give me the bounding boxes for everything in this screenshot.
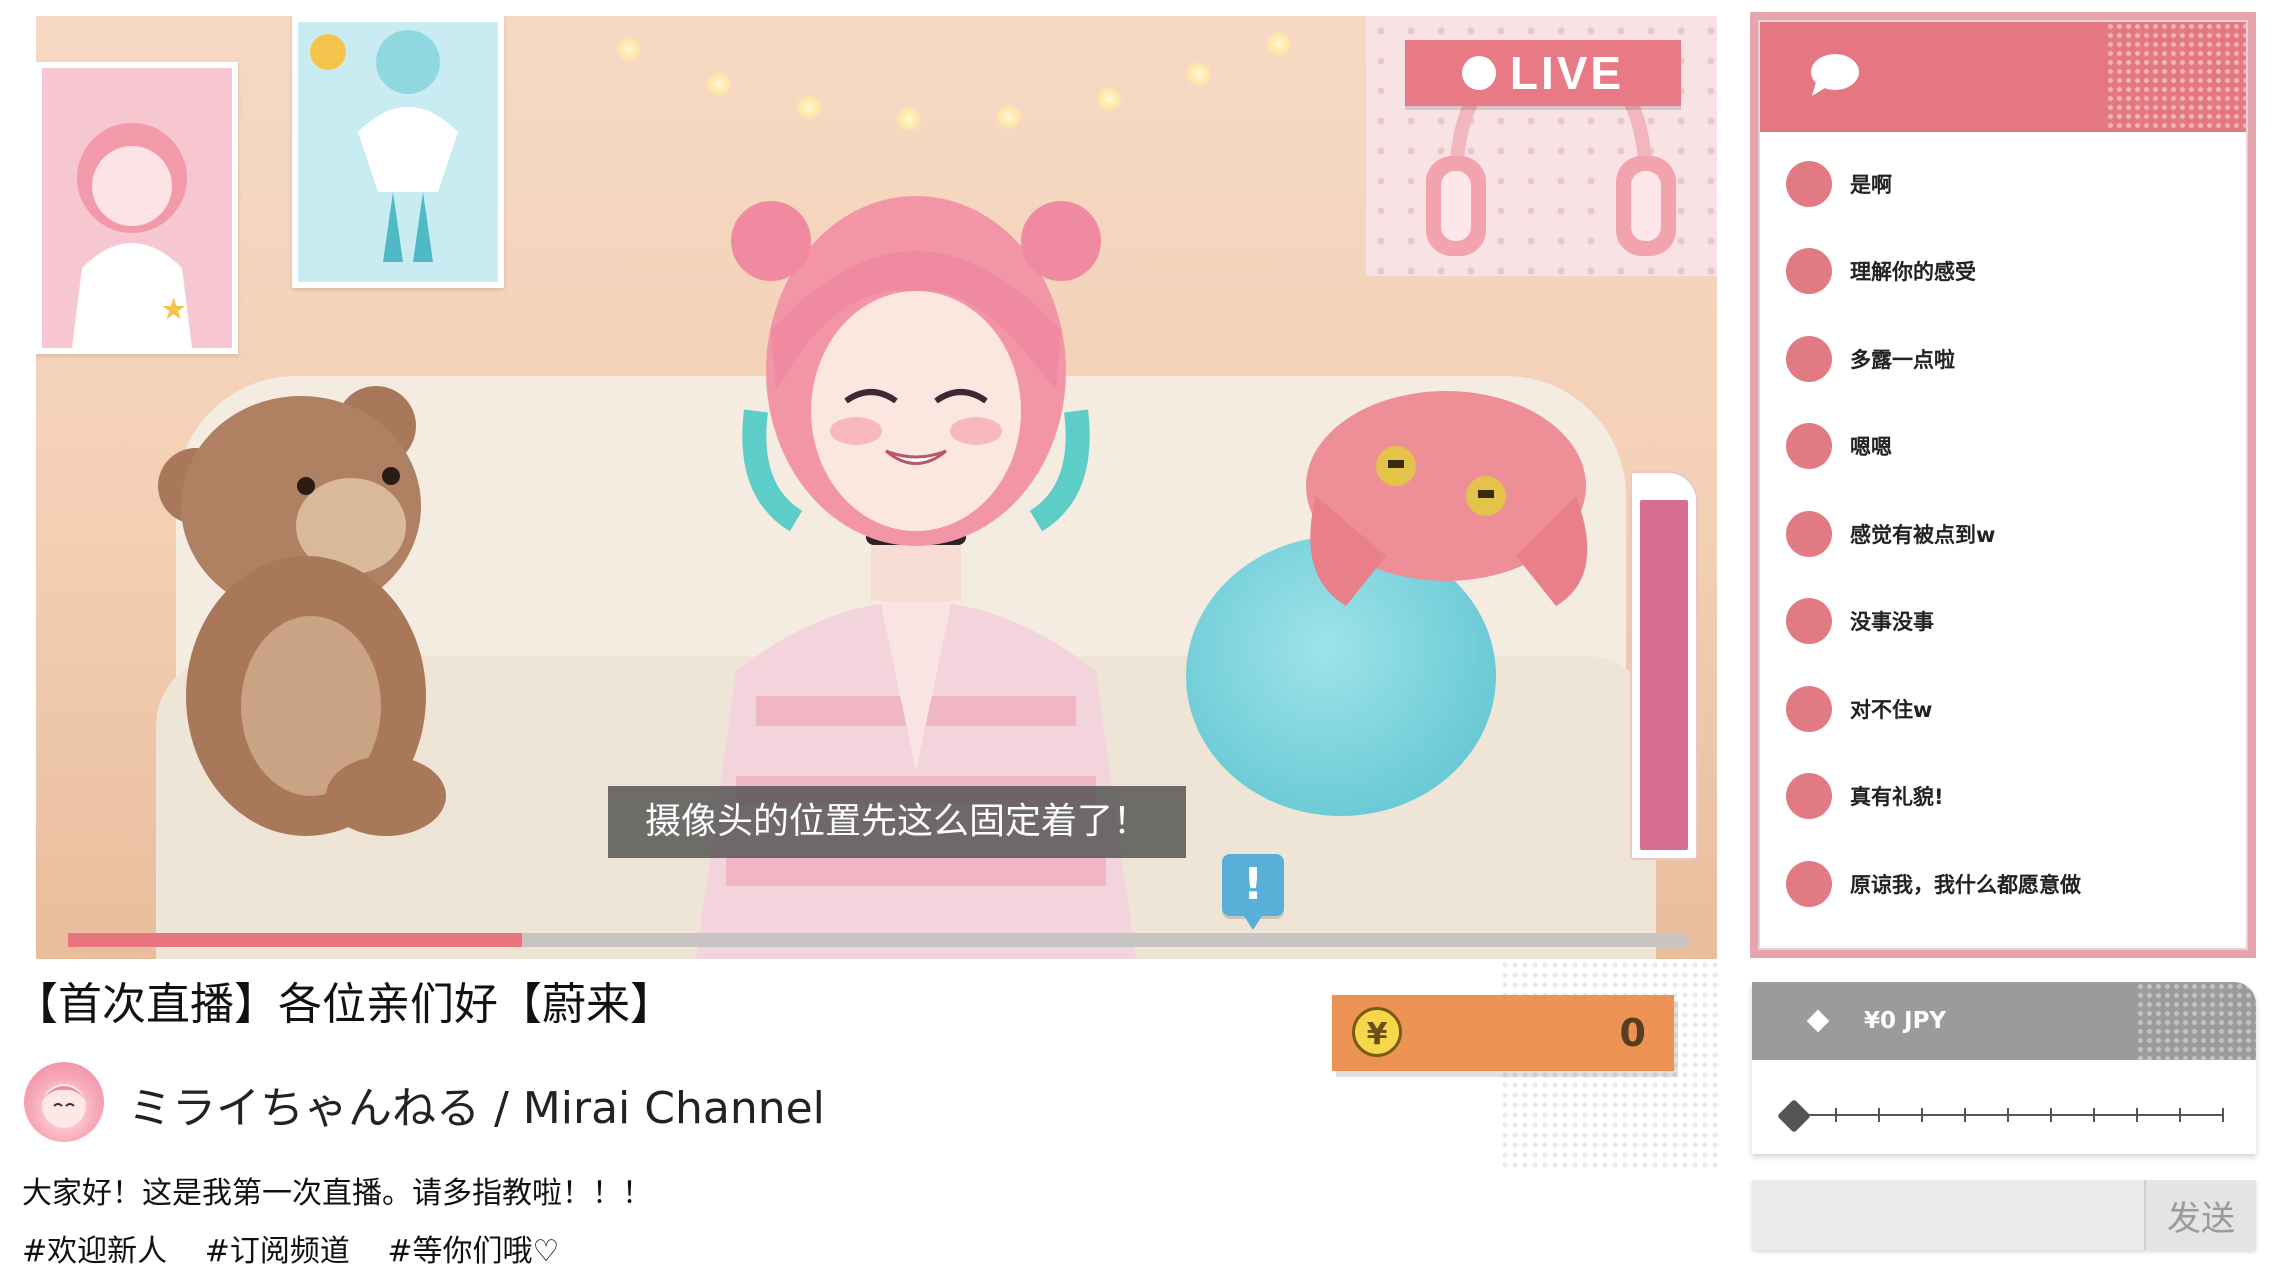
tag-welcome-newcomers[interactable]: #欢迎新人: [22, 1234, 167, 1269]
channel-name[interactable]: ミライちゃんねる / Mirai Channel: [128, 1072, 825, 1136]
chat-panel: 是啊 理解你的感受 多露一点啦 嗯嗯 感觉有被点到w 没事没事 对不住w 真有礼…: [1750, 12, 2256, 958]
chat-message: 理解你的感受: [1786, 228, 2226, 316]
progress-fill: [68, 933, 522, 947]
subtitle-caption: 摄像头的位置先这么固定着了！: [608, 786, 1186, 858]
slider-knob[interactable]: [1777, 1099, 1811, 1133]
chat-message: 没事没事: [1786, 578, 2226, 666]
exclamation-icon[interactable]: !: [1222, 854, 1284, 930]
tag-subscribe[interactable]: #订阅频道: [205, 1234, 350, 1269]
chat-message: 真有礼貌!: [1786, 753, 2226, 841]
header-halftone: [2106, 22, 2246, 132]
stream-title: 【首次直播】各位亲们好【蔚来】: [14, 979, 674, 1030]
chat-message-text: 原谅我，我什么都愿意做: [1850, 872, 2081, 897]
tip-amount-slider[interactable]: [1777, 1099, 2224, 1133]
coin-counter: ¥ 0: [1332, 995, 1674, 1071]
speech-bubble-icon: [1811, 54, 1859, 96]
tip-panel: ¥0 JPY: [1752, 982, 2256, 1154]
chat-message: 感觉有被点到w: [1786, 490, 2226, 578]
chat-message: 嗯嗯: [1786, 403, 2226, 491]
chat-message-text: 对不住w: [1850, 697, 1933, 722]
stream-video: ★ LIVE 摄像头的位置先这么固定着了！ !: [36, 16, 1717, 959]
stream-description: 大家好！这是我第一次直播。请多指教啦！！！: [22, 1176, 652, 1211]
slider-tick: [1921, 1108, 1923, 1122]
chat-message: 对不住w: [1786, 665, 2226, 753]
live-label: LIVE: [1509, 47, 1625, 99]
slider-tick: [1878, 1108, 1880, 1122]
user-avatar: [1786, 423, 1832, 470]
channel-avatar[interactable]: [24, 1062, 104, 1142]
teddy-bear: [136, 376, 466, 846]
chat-message-text: 真有礼貌!: [1850, 785, 1944, 810]
tag-list: #欢迎新人 #订阅频道 #等你们哦♡: [22, 1226, 587, 1270]
wall-poster-center: [292, 16, 504, 288]
chat-message-text: 是啊: [1850, 172, 1892, 197]
chat-message-text: 嗯嗯: [1850, 435, 1892, 460]
chat-header: [1760, 22, 2246, 132]
tip-halftone: [2136, 982, 2256, 1060]
user-avatar: [1786, 248, 1832, 295]
slider-tick: [2136, 1108, 2138, 1122]
stream-progress-bar: [68, 933, 1688, 947]
diamond-icon: [1806, 1009, 1830, 1033]
gauge-fill: [1640, 500, 1688, 850]
user-avatar: [1786, 160, 1832, 207]
svg-text:★: ★: [162, 294, 186, 324]
chat-message-text: 没事没事: [1850, 610, 1934, 635]
chat-body: 是啊 理解你的感受 多露一点啦 嗯嗯 感觉有被点到w 没事没事 对不住w 真有礼…: [1758, 20, 2248, 950]
user-avatar: [1786, 773, 1832, 820]
tag-waiting-for-you[interactable]: #等你们哦♡: [387, 1234, 559, 1269]
yen-coin-icon: ¥: [1352, 1007, 1402, 1057]
chat-message-text: 理解你的感受: [1850, 260, 1976, 285]
chat-message: 多露一点啦: [1786, 315, 2226, 403]
slider-tick: [2007, 1108, 2009, 1122]
slider-tick: [2179, 1108, 2181, 1122]
send-bar: 发送: [1752, 1180, 2256, 1250]
chat-message-list[interactable]: 是啊 理解你的感受 多露一点啦 嗯嗯 感觉有被点到w 没事没事 对不住w 真有礼…: [1786, 140, 2226, 928]
send-button[interactable]: 发送: [2144, 1180, 2256, 1250]
chat-input[interactable]: [1752, 1180, 2142, 1250]
live-dot-icon: [1461, 56, 1496, 90]
slider-tick: [2093, 1108, 2095, 1122]
user-avatar: [1786, 860, 1832, 907]
plush-octopus: [1276, 376, 1606, 636]
chat-message-text: 感觉有被点到w: [1850, 522, 1996, 547]
user-avatar: [1786, 510, 1832, 557]
live-badge: LIVE: [1405, 40, 1681, 106]
chat-message: 是啊: [1786, 140, 2226, 228]
excitement-gauge: [1630, 471, 1698, 860]
tip-amount: ¥0 JPY: [1864, 1008, 1947, 1034]
slider-tick: [2222, 1108, 2224, 1122]
chat-message-text: 多露一点啦: [1850, 347, 1955, 372]
wall-poster-left: ★: [36, 62, 238, 354]
slider-tick: [1964, 1108, 1966, 1122]
slider-tick: [1835, 1108, 1837, 1122]
slider-tick: [2050, 1108, 2052, 1122]
user-avatar: [1786, 335, 1832, 382]
user-avatar: [1786, 598, 1832, 645]
coin-count: 0: [1619, 1011, 1646, 1055]
tip-header: ¥0 JPY: [1752, 982, 2256, 1060]
chat-message: 原谅我，我什么都愿意做: [1786, 840, 2226, 928]
user-avatar: [1786, 685, 1832, 732]
